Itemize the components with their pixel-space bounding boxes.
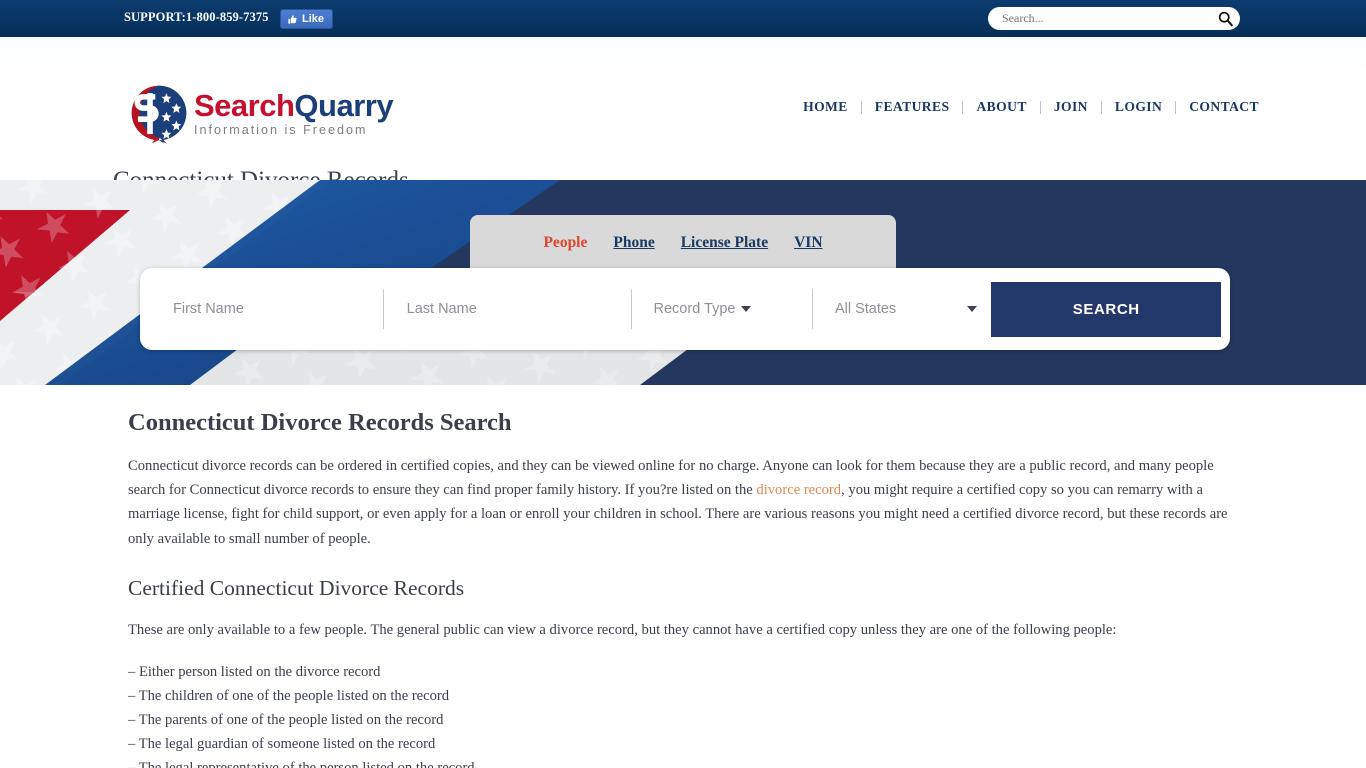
top-utility-bar: SUPPORT:1-800-859-7375 Like xyxy=(0,0,1366,37)
intro-paragraph: Connecticut divorce records can be order… xyxy=(128,454,1236,551)
list-item: – Either person listed on the divorce re… xyxy=(128,664,381,681)
main-content: Connecticut Divorce Records Search Conne… xyxy=(0,409,1366,768)
record-type-label: Record Type xyxy=(653,301,736,317)
record-type-select[interactable]: Record Type xyxy=(654,301,812,317)
state-field[interactable]: All States xyxy=(811,277,992,341)
logo-title-quarry: Quarry xyxy=(294,87,394,123)
chevron-down-icon xyxy=(967,306,978,312)
search-icon[interactable] xyxy=(1217,10,1234,27)
list-item: – The children of one of the people list… xyxy=(128,688,450,705)
tab-license-plate[interactable]: License Plate xyxy=(681,234,768,252)
site-header: SearchQuarry Information is Freedom HOME… xyxy=(0,37,1366,194)
nav-item-about[interactable]: ABOUT xyxy=(963,99,1039,115)
site-search-box[interactable] xyxy=(988,7,1240,30)
content-subheading: Certified Connecticut Divorce Records xyxy=(128,575,465,600)
people-search-form: Record Type All States SEARCH xyxy=(140,268,1230,350)
logo-wordmark: SearchQuarry Information is Freedom xyxy=(194,87,394,137)
divorce-record-link[interactable]: divorce record xyxy=(756,482,841,498)
tab-phone[interactable]: Phone xyxy=(613,234,654,252)
logo-title: SearchQuarry xyxy=(194,87,394,123)
thumbs-up-icon xyxy=(288,14,297,24)
logo-title-search: Search xyxy=(194,87,295,123)
first-name-field[interactable] xyxy=(149,277,383,341)
state-select[interactable]: All States xyxy=(835,301,992,317)
list-item: – The legal guardian of someone listed o… xyxy=(128,736,436,753)
support-phone: SUPPORT:1-800-859-7375 xyxy=(124,10,269,24)
state-label: All States xyxy=(834,301,897,317)
list-item: – The legal representative of the person… xyxy=(128,756,1366,768)
facebook-like-label: Like xyxy=(302,13,325,25)
nav-item-login[interactable]: LOGIN xyxy=(1102,99,1175,115)
last-name-field[interactable] xyxy=(382,277,631,341)
searchquarry-logo-icon xyxy=(131,85,187,144)
logo-tagline: Information is Freedom xyxy=(194,122,368,137)
main-navigation: HOME FEATURES ABOUT JOIN LOGIN CONTACT xyxy=(790,99,1272,115)
search-type-tabs: People Phone License Plate VIN xyxy=(470,215,896,270)
nav-item-features[interactable]: FEATURES xyxy=(862,99,963,115)
first-name-input[interactable] xyxy=(173,301,383,317)
nav-item-join[interactable]: JOIN xyxy=(1041,99,1101,115)
chevron-down-icon xyxy=(741,306,752,312)
last-name-input[interactable] xyxy=(406,301,631,317)
tab-people[interactable]: People xyxy=(543,234,587,252)
nav-item-home[interactable]: HOME xyxy=(790,99,861,115)
site-search-input[interactable] xyxy=(1002,11,1217,26)
nav-item-contact[interactable]: CONTACT xyxy=(1176,99,1272,115)
record-type-field[interactable]: Record Type xyxy=(630,277,812,341)
certified-paragraph: These are only available to a few people… xyxy=(128,621,1117,638)
search-button[interactable]: SEARCH xyxy=(991,281,1222,337)
eligible-people-list: – Either person listed on the divorce re… xyxy=(128,660,1366,768)
content-heading: Connecticut Divorce Records Search xyxy=(128,409,512,436)
list-item: – The parents of one of the people liste… xyxy=(128,712,444,729)
facebook-like-button[interactable]: Like xyxy=(280,9,334,29)
site-logo[interactable]: SearchQuarry Information is Freedom xyxy=(128,82,394,144)
tab-vin[interactable]: VIN xyxy=(794,234,822,252)
